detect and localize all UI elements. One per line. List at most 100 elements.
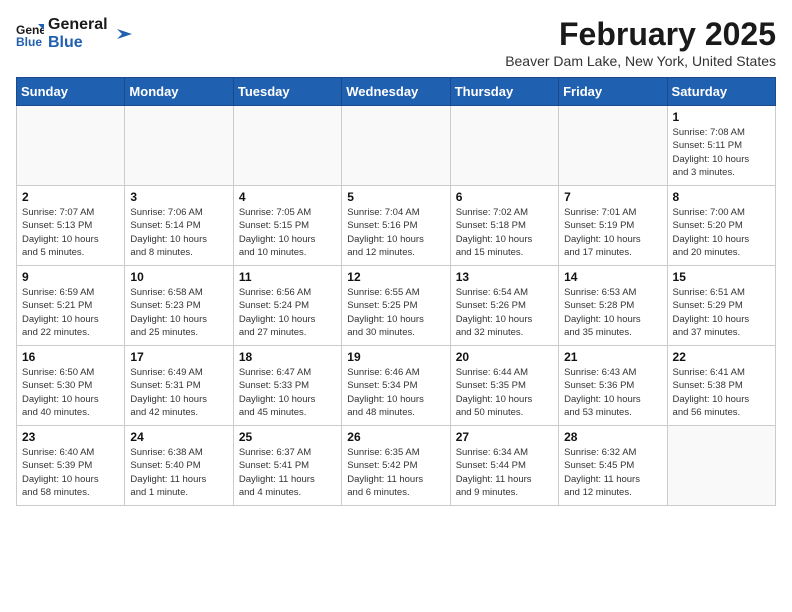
- day-number: 7: [564, 190, 661, 204]
- calendar-cell: 6 Sunrise: 7:02 AM Sunset: 5:18 PM Daylig…: [450, 186, 558, 266]
- day-detail: Sunrise: 6:44 AM Sunset: 5:35 PM Dayligh…: [456, 366, 553, 419]
- calendar-cell: 28Sunrise: 6:32 AM Sunset: 5:45 PM Dayli…: [559, 426, 667, 506]
- calendar-cell: 4 Sunrise: 7:05 AM Sunset: 5:15 PM Daylig…: [233, 186, 341, 266]
- day-detail: Sunrise: 6:41 AM Sunset: 5:38 PM Dayligh…: [673, 366, 770, 419]
- day-number: 21: [564, 350, 661, 364]
- day-detail: Sunrise: 7:05 AM Sunset: 5:15 PM Dayligh…: [239, 206, 336, 259]
- calendar-cell: 19 Sunrise: 6:46 AM Sunset: 5:34 PM Dayli…: [342, 346, 450, 426]
- day-number: 11: [239, 270, 336, 284]
- day-number: 6: [456, 190, 553, 204]
- calendar-cell: [667, 426, 775, 506]
- calendar-cell: 13 Sunrise: 6:54 AM Sunset: 5:26 PM Dayli…: [450, 266, 558, 346]
- day-detail: Sunrise: 6:55 AM Sunset: 5:25 PM Dayligh…: [347, 286, 444, 339]
- day-detail: Sunrise: 7:01 AM Sunset: 5:19 PM Dayligh…: [564, 206, 661, 259]
- day-detail: Sunrise: 6:46 AM Sunset: 5:34 PM Dayligh…: [347, 366, 444, 419]
- calendar-cell: 17 Sunrise: 6:49 AM Sunset: 5:31 PM Dayli…: [125, 346, 233, 426]
- weekday-header-thursday: Thursday: [450, 78, 558, 106]
- day-number: 19: [347, 350, 444, 364]
- day-detail: Sunrise: 6:58 AM Sunset: 5:23 PM Dayligh…: [130, 286, 227, 339]
- day-detail: Sunrise: 6:37 AM Sunset: 5:41 PM Dayligh…: [239, 446, 336, 499]
- calendar-cell: 16 Sunrise: 6:50 AM Sunset: 5:30 PM Dayli…: [17, 346, 125, 426]
- month-title: February 2025: [505, 16, 776, 53]
- svg-text:Blue: Blue: [16, 35, 42, 48]
- day-detail: Sunrise: 6:50 AM Sunset: 5:30 PM Dayligh…: [22, 366, 119, 419]
- week-row-4: 16 Sunrise: 6:50 AM Sunset: 5:30 PM Dayli…: [17, 346, 776, 426]
- logo-icon: General Blue: [16, 20, 44, 48]
- day-detail: Sunrise: 6:59 AM Sunset: 5:21 PM Dayligh…: [22, 286, 119, 339]
- calendar-cell: 3 Sunrise: 7:06 AM Sunset: 5:14 PM Daylig…: [125, 186, 233, 266]
- day-detail: Sunrise: 6:35 AM Sunset: 5:42 PM Dayligh…: [347, 446, 444, 499]
- day-detail: Sunrise: 6:38 AM Sunset: 5:40 PM Dayligh…: [130, 446, 227, 499]
- day-number: 5: [347, 190, 444, 204]
- weekday-header-row: SundayMondayTuesdayWednesdayThursdayFrid…: [17, 78, 776, 106]
- day-detail: Sunrise: 6:49 AM Sunset: 5:31 PM Dayligh…: [130, 366, 227, 419]
- day-number: 22: [673, 350, 770, 364]
- day-detail: Sunrise: 6:56 AM Sunset: 5:24 PM Dayligh…: [239, 286, 336, 339]
- day-number: 25: [239, 430, 336, 444]
- logo-general: General: [48, 16, 108, 34]
- day-number: 16: [22, 350, 119, 364]
- calendar-cell: 22 Sunrise: 6:41 AM Sunset: 5:38 PM Dayli…: [667, 346, 775, 426]
- calendar-cell: 12Sunrise: 6:55 AM Sunset: 5:25 PM Dayli…: [342, 266, 450, 346]
- calendar-cell: 9Sunrise: 6:59 AM Sunset: 5:21 PM Daylig…: [17, 266, 125, 346]
- weekday-header-saturday: Saturday: [667, 78, 775, 106]
- day-number: 13: [456, 270, 553, 284]
- day-number: 28: [564, 430, 661, 444]
- calendar-cell: 18 Sunrise: 6:47 AM Sunset: 5:33 PM Dayli…: [233, 346, 341, 426]
- day-number: 8: [673, 190, 770, 204]
- day-number: 18: [239, 350, 336, 364]
- day-detail: Sunrise: 6:47 AM Sunset: 5:33 PM Dayligh…: [239, 366, 336, 419]
- day-number: 20: [456, 350, 553, 364]
- calendar-cell: 21 Sunrise: 6:43 AM Sunset: 5:36 PM Dayli…: [559, 346, 667, 426]
- day-number: 4: [239, 190, 336, 204]
- day-detail: Sunrise: 6:34 AM Sunset: 5:44 PM Dayligh…: [456, 446, 553, 499]
- calendar-cell: 20 Sunrise: 6:44 AM Sunset: 5:35 PM Dayli…: [450, 346, 558, 426]
- calendar-cell: 23Sunrise: 6:40 AM Sunset: 5:39 PM Dayli…: [17, 426, 125, 506]
- calendar-cell: [125, 106, 233, 186]
- day-number: 23: [22, 430, 119, 444]
- day-number: 17: [130, 350, 227, 364]
- page-header: General Blue General Blue February 2025 …: [16, 16, 776, 69]
- logo: General Blue General Blue: [16, 16, 132, 51]
- calendar-cell: 8 Sunrise: 7:00 AM Sunset: 5:20 PM Daylig…: [667, 186, 775, 266]
- calendar-table: SundayMondayTuesdayWednesdayThursdayFrid…: [16, 77, 776, 506]
- logo-blue: Blue: [48, 34, 108, 52]
- day-detail: Sunrise: 7:00 AM Sunset: 5:20 PM Dayligh…: [673, 206, 770, 259]
- day-number: 27: [456, 430, 553, 444]
- day-detail: Sunrise: 6:43 AM Sunset: 5:36 PM Dayligh…: [564, 366, 661, 419]
- day-number: 1: [673, 110, 770, 124]
- calendar-cell: [559, 106, 667, 186]
- weekday-header-sunday: Sunday: [17, 78, 125, 106]
- calendar-cell: 24 Sunrise: 6:38 AM Sunset: 5:40 PM Dayli…: [125, 426, 233, 506]
- day-number: 26: [347, 430, 444, 444]
- calendar-cell: 1 Sunrise: 7:08 AM Sunset: 5:11 PM Daylig…: [667, 106, 775, 186]
- day-detail: Sunrise: 7:06 AM Sunset: 5:14 PM Dayligh…: [130, 206, 227, 259]
- calendar-cell: 10 Sunrise: 6:58 AM Sunset: 5:23 PM Dayli…: [125, 266, 233, 346]
- day-number: 15: [673, 270, 770, 284]
- calendar-cell: 2Sunrise: 7:07 AM Sunset: 5:13 PM Daylig…: [17, 186, 125, 266]
- calendar-cell: [233, 106, 341, 186]
- weekday-header-tuesday: Tuesday: [233, 78, 341, 106]
- calendar-cell: 11 Sunrise: 6:56 AM Sunset: 5:24 PM Dayli…: [233, 266, 341, 346]
- day-number: 3: [130, 190, 227, 204]
- day-detail: Sunrise: 7:04 AM Sunset: 5:16 PM Dayligh…: [347, 206, 444, 259]
- week-row-2: 2Sunrise: 7:07 AM Sunset: 5:13 PM Daylig…: [17, 186, 776, 266]
- day-number: 14: [564, 270, 661, 284]
- day-detail: Sunrise: 7:08 AM Sunset: 5:11 PM Dayligh…: [673, 126, 770, 179]
- location: Beaver Dam Lake, New York, United States: [505, 53, 776, 69]
- calendar-cell: 5 Sunrise: 7:04 AM Sunset: 5:16 PM Daylig…: [342, 186, 450, 266]
- day-detail: Sunrise: 6:54 AM Sunset: 5:26 PM Dayligh…: [456, 286, 553, 339]
- day-detail: Sunrise: 7:02 AM Sunset: 5:18 PM Dayligh…: [456, 206, 553, 259]
- day-number: 10: [130, 270, 227, 284]
- calendar-cell: 27 Sunrise: 6:34 AM Sunset: 5:44 PM Dayli…: [450, 426, 558, 506]
- calendar-cell: 14Sunrise: 6:53 AM Sunset: 5:28 PM Dayli…: [559, 266, 667, 346]
- weekday-header-monday: Monday: [125, 78, 233, 106]
- calendar-cell: [450, 106, 558, 186]
- title-block: February 2025 Beaver Dam Lake, New York,…: [505, 16, 776, 69]
- calendar-cell: 7 Sunrise: 7:01 AM Sunset: 5:19 PM Daylig…: [559, 186, 667, 266]
- day-number: 24: [130, 430, 227, 444]
- calendar-cell: [342, 106, 450, 186]
- weekday-header-friday: Friday: [559, 78, 667, 106]
- weekday-header-wednesday: Wednesday: [342, 78, 450, 106]
- week-row-3: 9Sunrise: 6:59 AM Sunset: 5:21 PM Daylig…: [17, 266, 776, 346]
